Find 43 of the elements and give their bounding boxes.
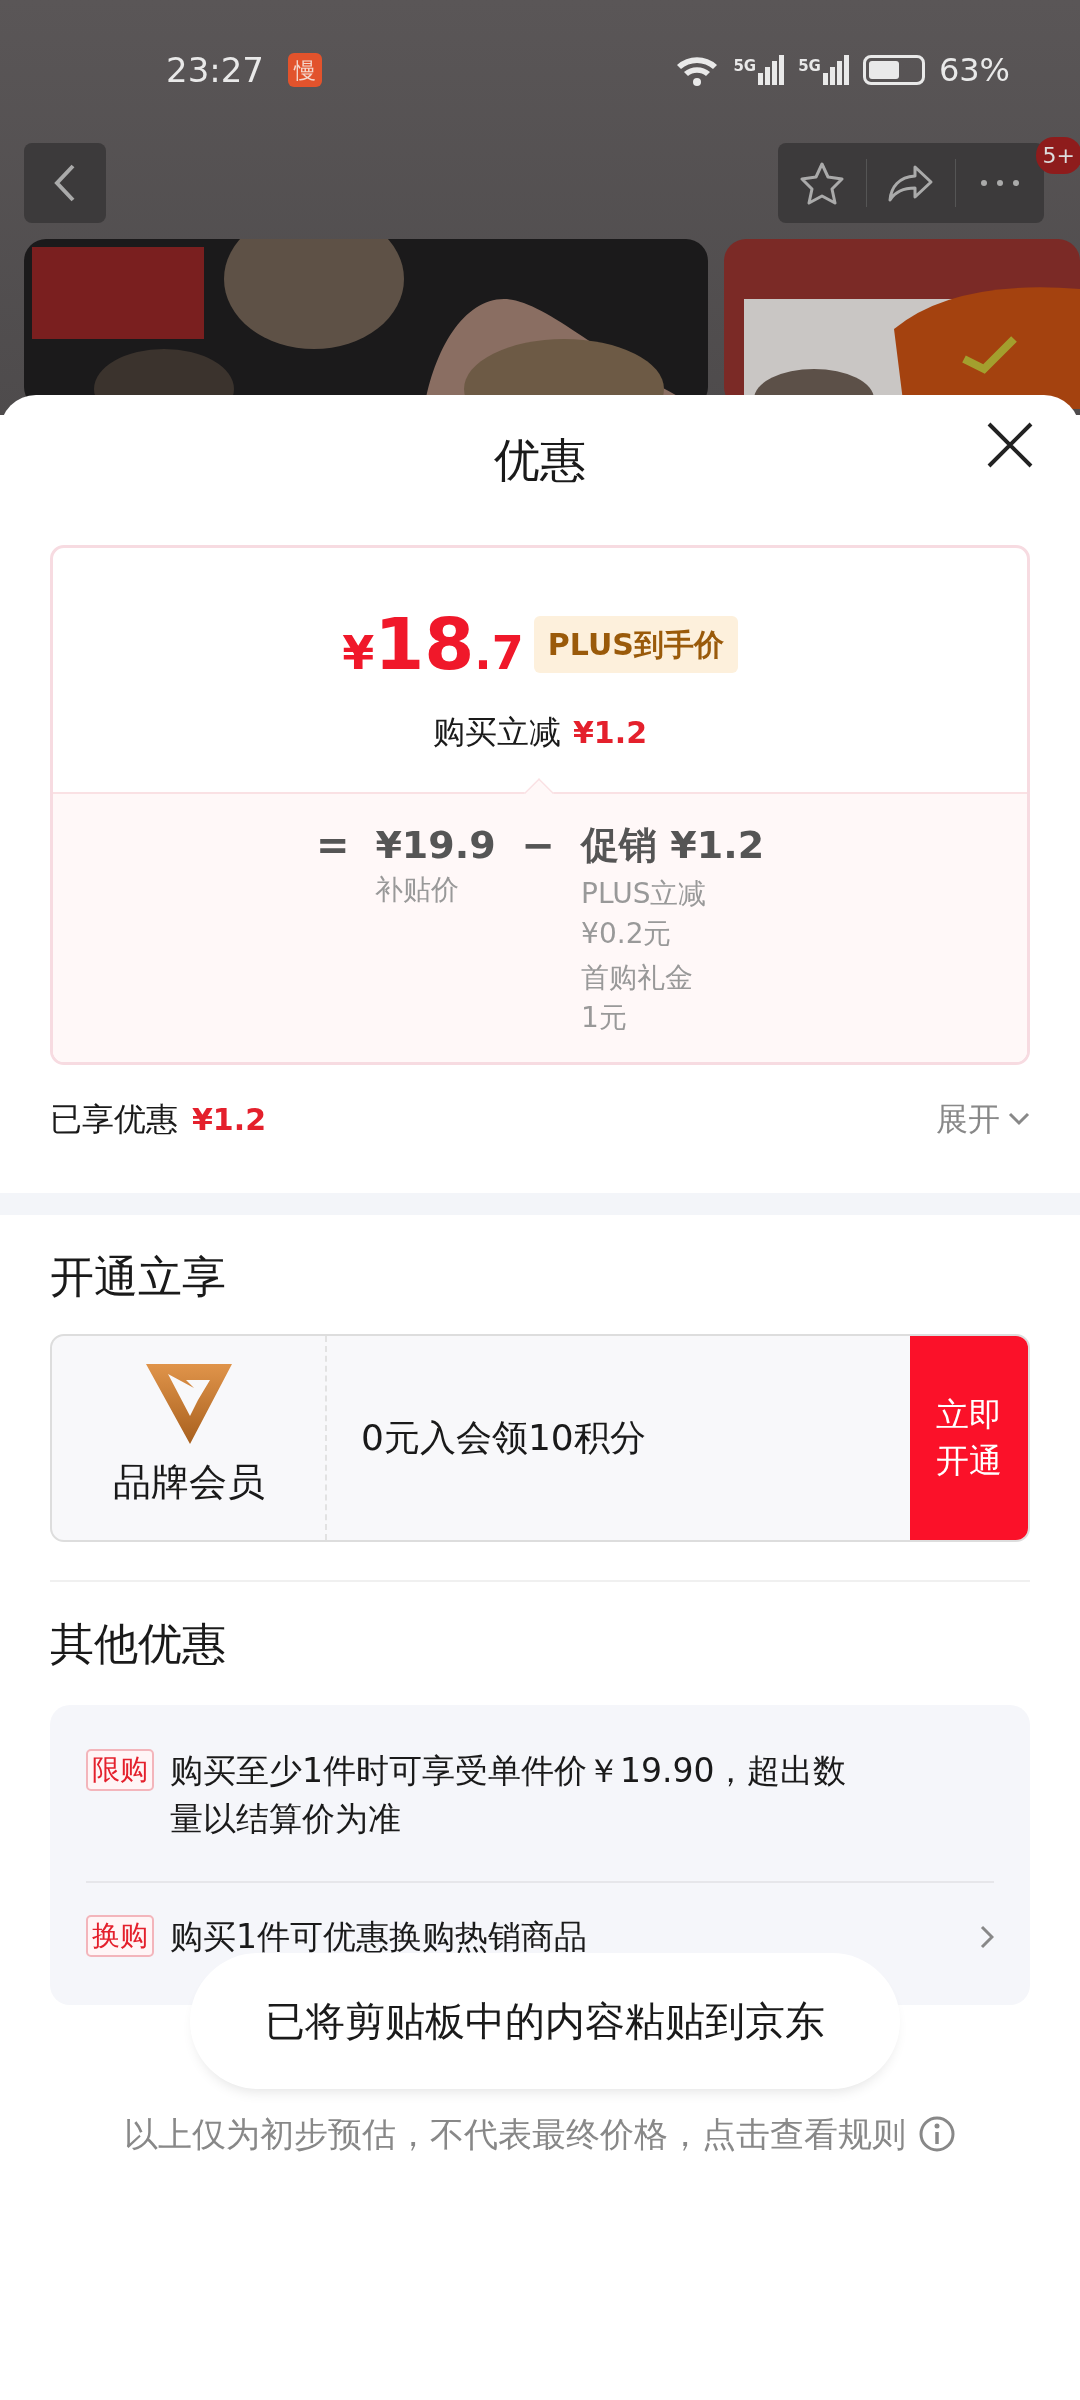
promotion-name: PLUS立减 <box>581 876 708 912</box>
base-price: ¥19.9 <box>375 822 496 869</box>
notification-badge: 5+ <box>1035 137 1080 174</box>
reduction-value: ¥1.2 <box>573 715 647 750</box>
membership-name: 品牌会员 <box>112 1459 265 1507</box>
app-notification-icon: 慢 <box>288 53 322 87</box>
discount-value: ¥1.2 <box>192 1100 267 1139</box>
join-button[interactable]: 立即开通 <box>910 1335 1028 1540</box>
expand-button[interactable]: 展开 <box>936 1095 1030 1143</box>
membership-offer: 0元入会领10积分 <box>361 1415 646 1460</box>
disclaimer-link[interactable]: 以上仅为初步预估，不代表最终价格，点击查看规则 <box>124 2108 906 2160</box>
status-time: 23:27 <box>166 48 264 92</box>
share-icon <box>887 163 935 203</box>
battery-icon <box>862 55 925 85</box>
chevron-right-icon <box>980 1924 994 1949</box>
promotion-name: 首购礼金 <box>581 960 695 996</box>
offer-text: 购买至少1件时可享受单件价￥19.90，超出数量以结算价为准 <box>170 1749 848 1840</box>
price-tag: PLUS到手价 <box>533 615 738 673</box>
close-icon <box>986 421 1034 469</box>
final-price: ¥18.7 <box>342 601 524 688</box>
promotion-amount: ¥0.2元 <box>581 916 673 952</box>
discount-label: 已享优惠 <box>50 1099 178 1140</box>
base-price-label: 补贴价 <box>375 872 461 908</box>
battery-percent: 63% <box>938 50 1010 91</box>
info-icon <box>918 2115 956 2154</box>
offer-tag: 限购 <box>86 1748 154 1791</box>
offer-tag: 换购 <box>86 1914 154 1957</box>
chevron-down-icon <box>1008 1112 1030 1126</box>
promotion-total: 促销 ¥1.2 <box>581 822 765 869</box>
minus-sign: − <box>521 821 556 870</box>
back-icon <box>53 163 77 203</box>
more-icon <box>980 179 1020 187</box>
section-heading: 其他优惠 <box>49 1616 227 1671</box>
close-button[interactable] <box>986 421 1034 469</box>
promotion-amount: 1元 <box>581 1000 628 1036</box>
clipboard-toast: 已将剪贴板中的内容粘贴到京东 <box>190 1952 900 2089</box>
v-logo-icon <box>145 1364 232 1445</box>
section-heading: 开通立享 <box>49 1250 227 1304</box>
equals-sign: = <box>315 821 350 870</box>
sheet-title: 优惠 <box>494 431 586 489</box>
back-button[interactable] <box>24 143 106 223</box>
reduction-label: 购买立减 <box>433 713 561 751</box>
star-icon <box>799 161 845 205</box>
